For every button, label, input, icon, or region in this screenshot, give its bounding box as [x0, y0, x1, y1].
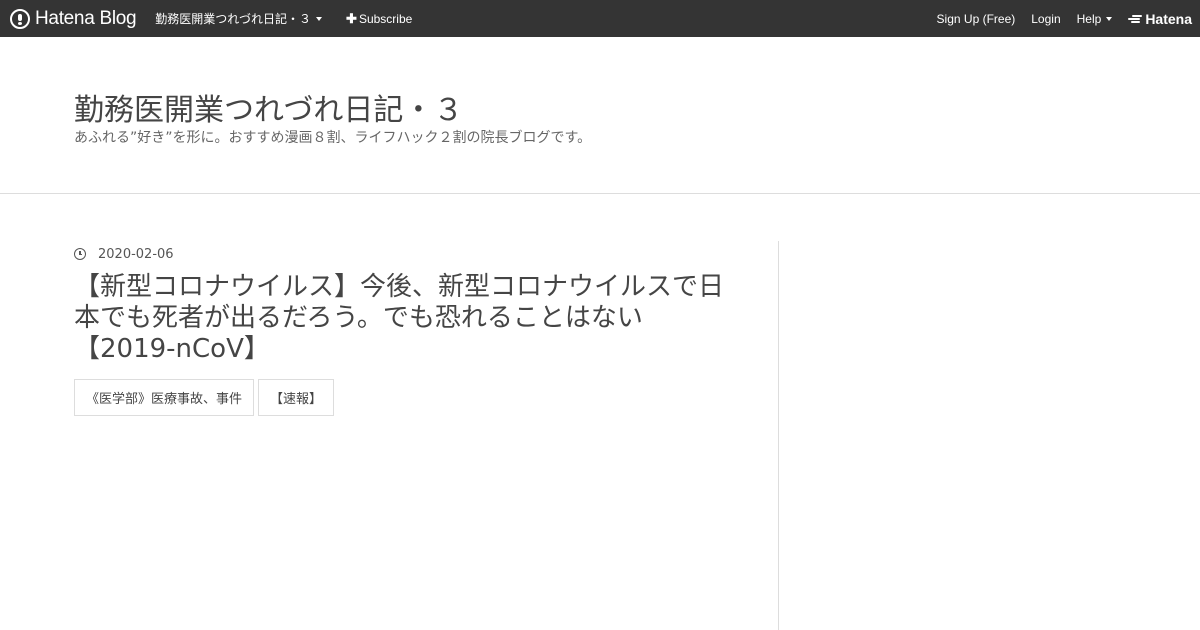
- hatena-label: Hatena: [1145, 10, 1192, 27]
- entry: 2020-02-06 【新型コロナウイルス】今後、新型コロナウイルスで日本でも死…: [74, 240, 734, 416]
- category-link[interactable]: 【速報】: [258, 379, 335, 416]
- caret-down-icon: [1106, 17, 1113, 21]
- entry-categories: 《医学部》医療事故、事件 【速報】: [74, 379, 734, 416]
- clock-icon: [74, 248, 86, 260]
- subscribe-label: Subscribe: [358, 11, 413, 26]
- blog-menu-dropdown[interactable]: 勤務医開業つれづれ日記・３: [155, 10, 323, 27]
- brand-name: Hatena Blog: [35, 7, 137, 29]
- caret-down-icon: [316, 17, 323, 21]
- entry-title[interactable]: 【新型コロナウイルス】今後、新型コロナウイルスで日本でも死者が出るだろう。でも恐…: [74, 272, 734, 365]
- hatena-mark-icon: [1128, 14, 1143, 24]
- blog-description: あふれる”好き”を形に。おすすめ漫画８割、ライフハック２割の院長ブログです。: [74, 130, 592, 146]
- global-header: Hatena Blog 勤務医開業つれづれ日記・３ ✚ Subscribe Si…: [0, 0, 1200, 37]
- blog-header: 勤務医開業つれづれ日記・３ あふれる”好き”を形に。おすすめ漫画８割、ライフハッ…: [0, 37, 1200, 194]
- subscribe-button[interactable]: ✚ Subscribe: [346, 11, 412, 27]
- hatena-blog-icon: [10, 8, 30, 29]
- login-link[interactable]: Login: [1031, 12, 1060, 26]
- global-header-right: Sign Up (Free) Login Help Hatena: [921, 0, 1200, 37]
- help-dropdown[interactable]: Help: [1077, 12, 1113, 26]
- signup-link[interactable]: Sign Up (Free): [937, 12, 1016, 26]
- hatena-logo[interactable]: Hatena: [1128, 11, 1192, 27]
- entry-date[interactable]: 2020-02-06: [74, 240, 734, 268]
- entry-date-text: 2020-02-06: [98, 246, 174, 262]
- blog-menu-label: 勤務医開業つれづれ日記・３: [155, 12, 312, 26]
- sidebar-divider: [778, 241, 779, 630]
- category-link[interactable]: 《医学部》医療事故、事件: [74, 379, 255, 416]
- plus-icon: ✚: [346, 10, 357, 26]
- hatena-blog-logo[interactable]: Hatena Blog: [10, 0, 137, 37]
- blog-title[interactable]: 勤務医開業つれづれ日記・３: [74, 85, 463, 129]
- help-label: Help: [1076, 11, 1102, 26]
